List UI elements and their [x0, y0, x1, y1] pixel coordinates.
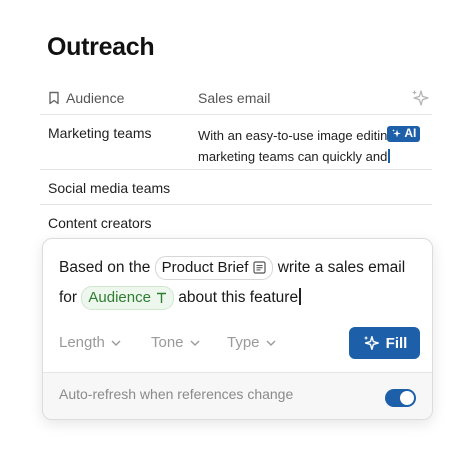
reference-chip-audience[interactable]: Audience: [81, 285, 174, 310]
sparkle-icon: [363, 335, 379, 351]
prompt-text: write a sales email: [277, 259, 406, 276]
table-header: Audience Sales email: [40, 81, 432, 115]
length-dropdown[interactable]: Length: [59, 334, 121, 351]
chip-label: Product Brief: [161, 258, 249, 276]
tone-dropdown[interactable]: Tone: [151, 334, 200, 351]
chevron-down-icon: [190, 340, 200, 346]
column-header-audience[interactable]: Audience: [48, 90, 124, 106]
column-header-label: Audience: [66, 90, 125, 106]
document-icon: [253, 261, 266, 275]
panel-footer: Auto-refresh when references change: [43, 373, 432, 419]
fill-button[interactable]: Fill: [349, 327, 420, 359]
page-title: Outreach: [47, 33, 155, 61]
audience-cell: Marketing teams: [48, 125, 152, 141]
chip-label: Audience: [88, 288, 151, 306]
chevron-down-icon: [111, 340, 121, 346]
bookmark-icon: [49, 91, 59, 105]
text-cursor: [388, 149, 390, 163]
type-dropdown[interactable]: Type: [227, 334, 276, 351]
dropdown-label: Tone: [151, 334, 184, 351]
table-row[interactable]: Marketing teams With an easy-to-use imag…: [40, 115, 432, 170]
ai-badge-label: AI: [404, 126, 417, 140]
prompt-text: about this feature: [178, 289, 299, 306]
outreach-table: Audience Sales email Marketing teams Wit…: [40, 81, 432, 239]
fill-button-label: Fill: [385, 334, 408, 352]
ai-prompt-panel: Based on the Product Brief write a sales…: [42, 238, 433, 420]
dropdown-label: Length: [59, 334, 105, 351]
sales-email-cell[interactable]: With an easy-to-use image editin AI marke…: [198, 125, 430, 167]
column-header-sales-email[interactable]: Sales email: [198, 90, 270, 106]
sparkle-icon: [392, 129, 402, 138]
email-text-line: With an easy-to-use image editin: [198, 128, 388, 143]
audience-cell: Content creators: [48, 215, 152, 231]
table-row[interactable]: Social media teams: [40, 170, 432, 205]
text-cursor: [299, 288, 301, 305]
chevron-down-icon: [266, 340, 276, 346]
sparkle-icon[interactable]: [410, 88, 430, 108]
table-row[interactable]: Content creators: [40, 205, 432, 239]
prompt-input[interactable]: Based on the Product Brief write a sales…: [59, 253, 418, 313]
ai-generating-badge: AI: [387, 125, 421, 142]
auto-refresh-toggle[interactable]: [385, 389, 416, 407]
email-text-line: marketing teams can quickly and: [198, 149, 388, 164]
toggle-knob: [400, 391, 414, 405]
dropdown-label: Type: [227, 334, 260, 351]
auto-refresh-label: Auto-refresh when references change: [59, 386, 294, 402]
text-icon: [156, 292, 166, 303]
prompt-text: for: [59, 289, 78, 306]
audience-cell: Social media teams: [48, 180, 171, 196]
prompt-text: Based on the: [59, 259, 151, 276]
reference-chip-product-brief[interactable]: Product Brief: [154, 255, 274, 280]
